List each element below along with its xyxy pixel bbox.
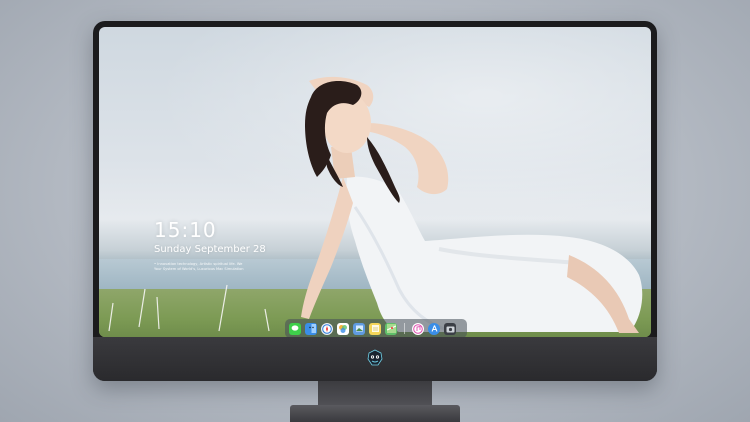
brand-logo-icon [367, 349, 383, 366]
monitor-stand-neck [318, 381, 432, 405]
monitor-stand-foot [290, 405, 460, 422]
itunes-icon[interactable] [412, 322, 424, 335]
desktop-screen: 15:10 Sunday September 28 • Innovation t… [99, 27, 651, 337]
monitor: 15:10 Sunday September 28 • Innovation t… [93, 21, 657, 381]
lock-notes: • Innovation technology, Artistic spirit… [154, 262, 264, 272]
wallpaper-person [108, 76, 643, 333]
app-store-icon[interactable] [428, 322, 440, 335]
photos-icon[interactable] [337, 322, 349, 335]
dock [285, 319, 467, 337]
lock-date: Sunday September 28 [154, 244, 266, 255]
camera-icon[interactable] [444, 322, 456, 335]
messages-icon[interactable] [289, 322, 301, 335]
preview-icon[interactable] [353, 322, 365, 335]
finder-icon[interactable] [305, 322, 317, 335]
dock-separator [404, 323, 405, 334]
maps-icon[interactable] [385, 322, 397, 335]
safari-icon[interactable] [321, 322, 333, 335]
monitor-chin [93, 337, 657, 381]
notes-icon[interactable] [369, 322, 381, 335]
lock-clock: 15:10 [154, 218, 217, 242]
lock-note-line: Your System of World's, Luxurious Mac Si… [154, 267, 244, 271]
